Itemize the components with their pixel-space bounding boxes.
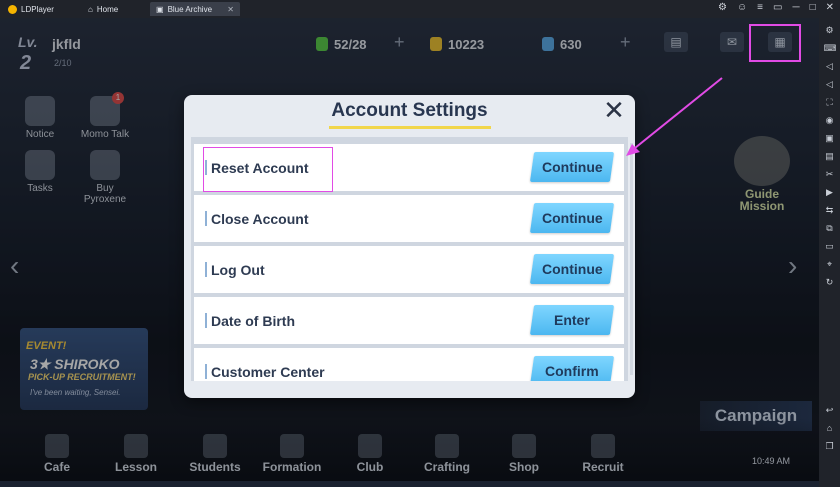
row-label: Log Out xyxy=(211,261,265,278)
volume-up-icon[interactable]: ◁ xyxy=(824,60,836,72)
close-icon[interactable]: ✕ xyxy=(601,97,627,123)
home-nav-icon[interactable]: ⌂ xyxy=(824,422,836,434)
row-accent xyxy=(205,313,207,328)
button-label: Confirm xyxy=(545,363,599,379)
button-label: Continue xyxy=(541,159,603,175)
button-label: Enter xyxy=(554,312,590,328)
app-tab[interactable]: LDPlayer xyxy=(2,2,80,16)
menu-button-highlight xyxy=(749,24,801,62)
screenshot-icon[interactable]: ▣ xyxy=(824,132,836,144)
window-controls: ⚙ ☺ ≡ ▭ ─ □ ✕ xyxy=(718,2,834,13)
keyboard-icon[interactable]: ⌨ xyxy=(824,42,837,54)
modal-title: Account Settings xyxy=(331,100,488,121)
settings-gear-icon[interactable]: ⚙ xyxy=(824,24,836,36)
home-icon: ⌂ xyxy=(88,4,93,14)
row-accent xyxy=(205,364,207,379)
record-icon[interactable]: ◉ xyxy=(824,114,836,126)
button-label: Continue xyxy=(541,210,603,226)
title-underline xyxy=(329,126,491,129)
emulator-titlebar: LDPlayer ⌂ Home ▣ Blue Archive ✕ ⚙ ☺ ≡ ▭… xyxy=(0,0,840,18)
row-accent xyxy=(205,262,207,277)
home-tab-label: Home xyxy=(96,4,119,14)
close-window-icon[interactable]: ✕ xyxy=(826,2,834,13)
minimize-icon[interactable]: ─ xyxy=(792,2,799,13)
customer-center-confirm-button[interactable]: Confirm xyxy=(529,356,615,381)
row-label: Customer Center xyxy=(211,363,325,380)
log-out-continue-button[interactable]: Continue xyxy=(529,254,615,284)
row-label: Close Account xyxy=(211,210,309,227)
row-log-out: Log Out Continue xyxy=(194,246,624,293)
game-tab[interactable]: ▣ Blue Archive ✕ xyxy=(150,2,240,16)
reset-account-highlight xyxy=(203,147,333,192)
recents-icon[interactable]: ❐ xyxy=(824,440,836,452)
scissors-icon[interactable]: ✂ xyxy=(824,168,836,180)
game-tab-icon: ▣ xyxy=(156,4,164,14)
game-tab-label: Blue Archive xyxy=(167,4,213,14)
scrollbar[interactable] xyxy=(630,143,633,375)
sync-icon[interactable]: ⇆ xyxy=(824,204,836,216)
volume-down-icon[interactable]: ◁ xyxy=(824,78,836,90)
row-label: Date of Birth xyxy=(211,312,295,329)
ldplayer-logo-icon xyxy=(8,4,17,14)
multi-instance-icon[interactable]: ⧉ xyxy=(824,222,836,234)
rotate-icon[interactable]: ↻ xyxy=(824,276,836,288)
date-of-birth-enter-button[interactable]: Enter xyxy=(529,305,615,335)
account-settings-modal: Account Settings ✕ Reset Account Continu… xyxy=(184,95,635,398)
gamepad-icon[interactable]: ⚙ xyxy=(718,2,727,13)
folder-icon[interactable]: ▭ xyxy=(824,240,836,252)
resolution-icon[interactable]: ⛶ xyxy=(824,96,836,108)
reset-account-continue-button[interactable]: Continue xyxy=(529,152,615,182)
row-date-of-birth: Date of Birth Enter xyxy=(194,297,624,344)
restore-icon[interactable]: ▭ xyxy=(773,2,782,13)
apk-icon[interactable]: ▤ xyxy=(824,150,836,162)
row-accent xyxy=(205,211,207,226)
button-label: Continue xyxy=(541,261,603,277)
row-close-account: Close Account Continue xyxy=(194,195,624,242)
video-icon[interactable]: ▶ xyxy=(824,186,836,198)
close-account-continue-button[interactable]: Continue xyxy=(529,203,615,233)
row-customer-center: Customer Center Confirm xyxy=(194,348,624,381)
home-tab[interactable]: ⌂ Home xyxy=(82,2,152,16)
app-tab-label: LDPlayer xyxy=(21,4,54,14)
menu-icon[interactable]: ≡ xyxy=(757,2,763,13)
maximize-icon[interactable]: □ xyxy=(810,2,816,13)
account-icon[interactable]: ☺ xyxy=(737,2,747,13)
emulator-toolbar: ⚙ ⌨ ◁ ◁ ⛶ ◉ ▣ ▤ ✂ ▶ ⇆ ⧉ ▭ ⌖ ↻ ↩ ⌂ ❐ xyxy=(819,18,840,487)
back-icon[interactable]: ↩ xyxy=(824,404,836,416)
close-tab-icon[interactable]: ✕ xyxy=(227,5,234,14)
location-icon[interactable]: ⌖ xyxy=(824,258,836,270)
